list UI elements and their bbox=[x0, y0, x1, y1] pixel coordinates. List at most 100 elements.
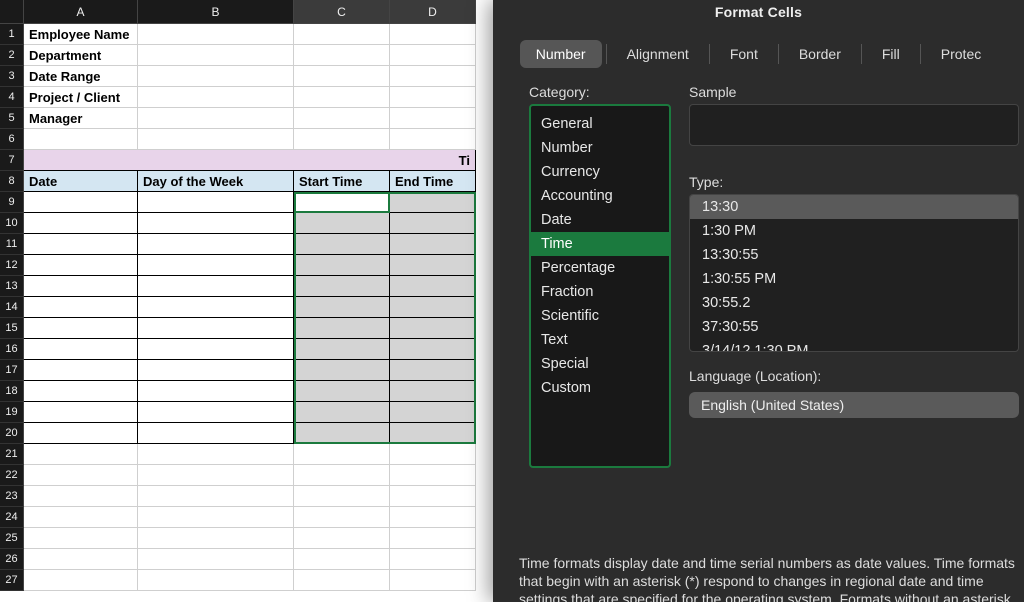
cell-c17[interactable] bbox=[294, 360, 390, 381]
cell[interactable] bbox=[138, 507, 294, 528]
cell[interactable] bbox=[138, 528, 294, 549]
cell[interactable] bbox=[294, 507, 390, 528]
cell-c18[interactable] bbox=[294, 381, 390, 402]
cell-d8[interactable]: End Time bbox=[390, 171, 476, 192]
type-item[interactable]: 3/14/12 1:30 PM bbox=[690, 339, 1018, 352]
cell-b11[interactable] bbox=[138, 234, 294, 255]
category-scientific[interactable]: Scientific bbox=[531, 304, 669, 328]
cell-a3[interactable]: Date Range bbox=[24, 66, 138, 87]
cell-d18[interactable] bbox=[390, 381, 476, 402]
select-all-corner[interactable] bbox=[0, 0, 24, 24]
category-text[interactable]: Text bbox=[531, 328, 669, 352]
row-header[interactable]: 12 bbox=[0, 255, 24, 276]
col-header-c[interactable]: C bbox=[294, 0, 390, 24]
cell-c11[interactable] bbox=[294, 234, 390, 255]
cell-c14[interactable] bbox=[294, 297, 390, 318]
cell-a19[interactable] bbox=[24, 402, 138, 423]
cell[interactable] bbox=[138, 486, 294, 507]
cell-d16[interactable] bbox=[390, 339, 476, 360]
cell-c12[interactable] bbox=[294, 255, 390, 276]
row-header[interactable]: 4 bbox=[0, 87, 24, 108]
cell-a16[interactable] bbox=[24, 339, 138, 360]
category-currency[interactable]: Currency bbox=[531, 160, 669, 184]
cell-b1[interactable] bbox=[138, 24, 294, 45]
tab-border[interactable]: Border bbox=[783, 40, 857, 68]
cell-d3[interactable] bbox=[390, 66, 476, 87]
cell-a10[interactable] bbox=[24, 213, 138, 234]
cell-c4[interactable] bbox=[294, 87, 390, 108]
cell-b18[interactable] bbox=[138, 381, 294, 402]
category-number[interactable]: Number bbox=[531, 136, 669, 160]
cell[interactable] bbox=[24, 486, 138, 507]
cell[interactable] bbox=[390, 507, 476, 528]
row-header[interactable]: 19 bbox=[0, 402, 24, 423]
cell[interactable] bbox=[390, 549, 476, 570]
cell-d4[interactable] bbox=[390, 87, 476, 108]
cell-b17[interactable] bbox=[138, 360, 294, 381]
cell-d15[interactable] bbox=[390, 318, 476, 339]
category-percentage[interactable]: Percentage bbox=[531, 256, 669, 280]
cell-d14[interactable] bbox=[390, 297, 476, 318]
cell[interactable] bbox=[294, 528, 390, 549]
cell[interactable] bbox=[24, 465, 138, 486]
cell[interactable] bbox=[24, 444, 138, 465]
cell-b8[interactable]: Day of the Week bbox=[138, 171, 294, 192]
row-header[interactable]: 13 bbox=[0, 276, 24, 297]
cell[interactable] bbox=[24, 549, 138, 570]
tab-number[interactable]: Number bbox=[520, 40, 602, 68]
cell[interactable] bbox=[294, 486, 390, 507]
cell-b2[interactable] bbox=[138, 45, 294, 66]
cell[interactable] bbox=[294, 549, 390, 570]
row-header[interactable]: 6 bbox=[0, 129, 24, 150]
tab-font[interactable]: Font bbox=[714, 40, 774, 68]
category-special[interactable]: Special bbox=[531, 352, 669, 376]
cell-d19[interactable] bbox=[390, 402, 476, 423]
cell-c2[interactable] bbox=[294, 45, 390, 66]
col-header-d[interactable]: D bbox=[390, 0, 476, 24]
row-header[interactable]: 9 bbox=[0, 192, 24, 213]
cell-a12[interactable] bbox=[24, 255, 138, 276]
cell-a15[interactable] bbox=[24, 318, 138, 339]
cell[interactable] bbox=[24, 528, 138, 549]
cell-d5[interactable] bbox=[390, 108, 476, 129]
category-time[interactable]: Time bbox=[531, 232, 669, 256]
row-header[interactable]: 11 bbox=[0, 234, 24, 255]
cell[interactable] bbox=[390, 528, 476, 549]
type-item[interactable]: 13:30:55 bbox=[690, 243, 1018, 267]
cell-a20[interactable] bbox=[24, 423, 138, 444]
cell-a5[interactable]: Manager bbox=[24, 108, 138, 129]
cell-d13[interactable] bbox=[390, 276, 476, 297]
cell-b12[interactable] bbox=[138, 255, 294, 276]
row-header[interactable]: 25 bbox=[0, 528, 24, 549]
cell-b16[interactable] bbox=[138, 339, 294, 360]
row-header[interactable]: 17 bbox=[0, 360, 24, 381]
category-general[interactable]: General bbox=[531, 112, 669, 136]
cell-c16[interactable] bbox=[294, 339, 390, 360]
cell-b3[interactable] bbox=[138, 66, 294, 87]
cell-a4[interactable]: Project / Client bbox=[24, 87, 138, 108]
category-accounting[interactable]: Accounting bbox=[531, 184, 669, 208]
cell-c3[interactable] bbox=[294, 66, 390, 87]
cell[interactable] bbox=[390, 465, 476, 486]
row-header[interactable]: 3 bbox=[0, 66, 24, 87]
row-header[interactable]: 26 bbox=[0, 549, 24, 570]
tab-alignment[interactable]: Alignment bbox=[611, 40, 705, 68]
cell-c19[interactable] bbox=[294, 402, 390, 423]
cell-a1[interactable]: Employee Name bbox=[24, 24, 138, 45]
category-fraction[interactable]: Fraction bbox=[531, 280, 669, 304]
type-item[interactable]: 1:30:55 PM bbox=[690, 267, 1018, 291]
cell-d9[interactable] bbox=[390, 192, 476, 213]
row-header[interactable]: 21 bbox=[0, 444, 24, 465]
cell-a18[interactable] bbox=[24, 381, 138, 402]
cell[interactable] bbox=[390, 570, 476, 591]
cell-a9[interactable] bbox=[24, 192, 138, 213]
category-list[interactable]: General Number Currency Accounting Date … bbox=[529, 104, 671, 468]
cell[interactable] bbox=[24, 570, 138, 591]
cell-c5[interactable] bbox=[294, 108, 390, 129]
spreadsheet[interactable]: A B C D 1 Employee Name 2 Department 3 bbox=[0, 0, 500, 602]
cell-b15[interactable] bbox=[138, 318, 294, 339]
cell-c20[interactable] bbox=[294, 423, 390, 444]
cell-a13[interactable] bbox=[24, 276, 138, 297]
row-header[interactable]: 22 bbox=[0, 465, 24, 486]
row-header[interactable]: 23 bbox=[0, 486, 24, 507]
